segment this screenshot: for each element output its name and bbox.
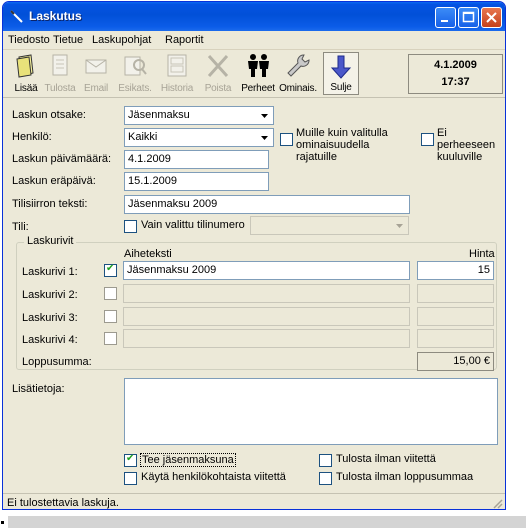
line-2-subject-input[interactable]: [123, 284, 410, 303]
arrow-down-icon: [330, 55, 352, 79]
families-button[interactable]: Perheet: [238, 52, 278, 95]
others-label: Muille kuin valitulla ominaisuudella raj…: [296, 127, 388, 163]
person-label: Henkilö:: [12, 131, 52, 143]
current-time: 17:37: [441, 76, 470, 88]
resize-grip-icon[interactable]: [491, 497, 503, 509]
line-3-subject-input[interactable]: [123, 307, 410, 326]
nonfamily-checkbox[interactable]: [421, 133, 434, 146]
transfer-text-input[interactable]: Jäsenmaksu 2009: [124, 195, 410, 214]
delete-button[interactable]: Poista: [201, 52, 235, 95]
email-icon: [85, 59, 107, 74]
print-no-reference-checkbox[interactable]: [319, 454, 332, 467]
preview-button[interactable]: Esikats.: [115, 52, 155, 95]
chevron-down-icon: [261, 114, 268, 118]
line-2-label: Laskurivi 2:: [22, 289, 78, 301]
line-1-price-input[interactable]: 15: [417, 261, 494, 280]
only-account-checkbox[interactable]: [124, 220, 137, 233]
personal-reference-label: Käytä henkilökohtaista viitettä: [141, 471, 286, 483]
background-strip: [8, 516, 526, 528]
invoicing-window: Laskutus Tiedosto Tietue Laskupohjat Rap…: [2, 1, 506, 510]
invoice-date-input[interactable]: 4.1.2009: [124, 150, 269, 169]
membership-fee-label: Tee jäsenmaksuna: [140, 453, 236, 467]
menu-raportit[interactable]: Raportit: [165, 34, 204, 46]
total-value: 15,00 €: [417, 352, 494, 371]
menu-laskupohjat[interactable]: Laskupohjat: [92, 34, 151, 46]
invoice-date-label: Laskun päivämäärä:: [12, 153, 112, 165]
others-checkbox[interactable]: [280, 133, 293, 146]
line-3-checkbox[interactable]: [104, 310, 117, 323]
nonfamily-label: Ei perheeseen kuuluville: [437, 127, 496, 163]
person-select[interactable]: Kaikki: [124, 128, 274, 147]
minimize-icon: [441, 20, 448, 22]
email-button[interactable]: Email: [79, 52, 113, 95]
due-date-label: Laskun eräpäivä:: [12, 175, 96, 187]
date-time-display: 4.1.2009 17:37: [408, 54, 503, 94]
status-text: Ei tulostettavia laskuja.: [7, 497, 119, 509]
add-button[interactable]: Lisää: [9, 52, 43, 95]
line-3-price-input[interactable]: [417, 307, 494, 326]
current-date: 4.1.2009: [434, 59, 477, 71]
transfer-text-label: Tilisiirron teksti:: [12, 198, 88, 210]
maximize-button[interactable]: [458, 7, 479, 28]
minimize-button[interactable]: [435, 7, 456, 28]
membership-fee-checkbox[interactable]: [124, 453, 137, 467]
additional-info-label: Lisätietoja:: [12, 383, 65, 395]
title-bar[interactable]: Laskutus: [3, 2, 505, 31]
status-bar: Ei tulostettavia laskuja.: [3, 493, 505, 509]
menu-bar: Tiedosto Tietue Laskupohjat Raportit: [3, 31, 505, 50]
line-4-checkbox[interactable]: [104, 332, 117, 345]
line-4-label: Laskurivi 4:: [22, 334, 78, 346]
line-4-subject-input[interactable]: [123, 329, 410, 348]
pen-icon: [10, 10, 23, 23]
maximize-icon: [462, 11, 475, 23]
print-no-total-checkbox[interactable]: [319, 472, 332, 485]
history-icon: [167, 54, 187, 77]
chevron-down-icon: [396, 224, 403, 228]
printer-icon: [52, 54, 68, 76]
chevron-down-icon: [261, 136, 268, 140]
line-1-label: Laskurivi 1:: [22, 266, 78, 278]
folder-icon: [16, 54, 34, 78]
subject-header: Aiheteksti: [124, 248, 172, 260]
wrench-icon: [287, 54, 310, 77]
total-label: Loppusumma:: [22, 356, 92, 368]
line-1-subject-input[interactable]: Jäsenmaksu 2009: [123, 261, 410, 280]
close-form-button[interactable]: Sulje: [323, 52, 359, 95]
line-3-label: Laskurivi 3:: [22, 312, 78, 324]
window-title: Laskutus: [29, 9, 82, 23]
magnifier-icon: [124, 56, 147, 76]
history-button[interactable]: Historia: [157, 52, 197, 95]
invoice-lines-title: Laskurivit: [24, 235, 77, 247]
print-no-total-label: Tulosta ilman loppusummaa: [336, 471, 474, 483]
line-2-checkbox[interactable]: [104, 287, 117, 300]
properties-button[interactable]: Ominais.: [278, 52, 318, 95]
close-icon: [486, 12, 497, 23]
menu-tiedosto[interactable]: Tiedosto: [8, 34, 50, 46]
close-window-button[interactable]: [481, 7, 502, 28]
personal-reference-checkbox[interactable]: [124, 472, 137, 485]
invoice-header-select[interactable]: Jäsenmaksu: [124, 106, 274, 125]
print-no-reference-label: Tulosta ilman viitettä: [336, 453, 436, 465]
additional-info-textarea[interactable]: [124, 378, 498, 445]
menu-tietue[interactable]: Tietue: [53, 34, 83, 46]
background-dot: [1, 521, 4, 524]
print-button[interactable]: Tulosta: [43, 52, 77, 95]
account-number-select[interactable]: [250, 216, 409, 235]
line-4-price-input[interactable]: [417, 329, 494, 348]
price-header: Hinta: [469, 248, 495, 260]
invoice-header-label: Laskun otsake:: [12, 109, 86, 121]
line-1-checkbox[interactable]: [104, 263, 117, 277]
account-label: Tili:: [12, 221, 29, 233]
delete-x-icon: [207, 54, 229, 78]
due-date-input[interactable]: 15.1.2009: [124, 172, 269, 191]
only-account-label: Vain valittu tilinumero: [141, 219, 245, 231]
family-icon: [248, 54, 269, 77]
line-2-price-input[interactable]: [417, 284, 494, 303]
